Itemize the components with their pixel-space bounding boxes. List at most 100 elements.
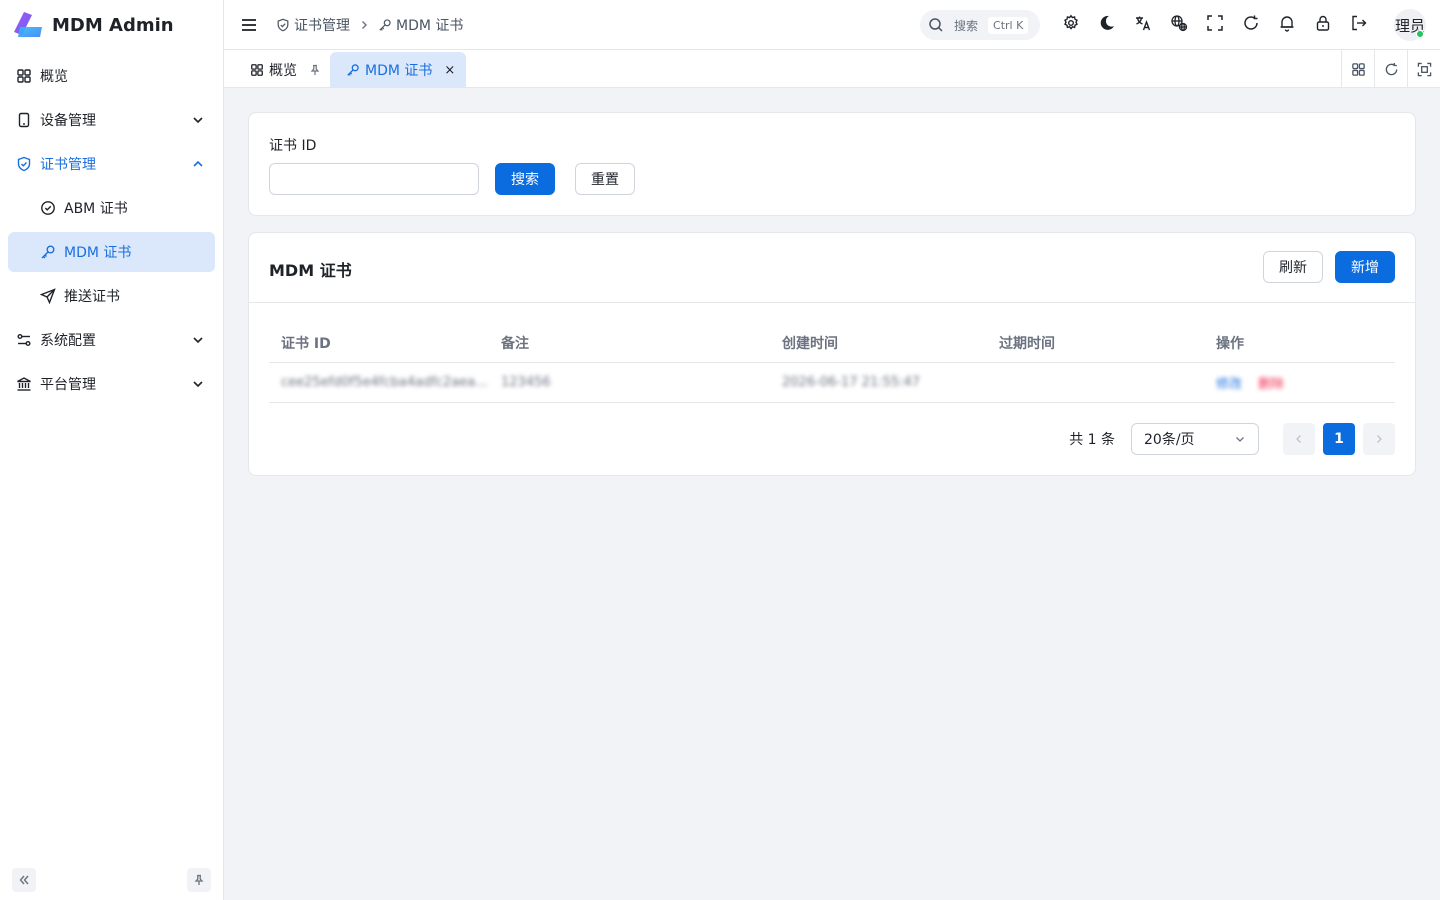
cert-table: 证书 ID 备注 创建时间 过期时间 操作 cee25efd0f5e4fcba4… xyxy=(269,323,1395,403)
page-number-button[interactable]: 1 xyxy=(1323,423,1355,455)
key-icon xyxy=(346,63,360,77)
device-icon xyxy=(16,112,32,128)
menu-toggle-icon[interactable] xyxy=(240,16,258,34)
column-header-expires: 过期时间 xyxy=(999,335,1055,352)
chevron-up-icon xyxy=(191,157,205,171)
chevron-right-icon xyxy=(1377,435,1382,443)
column-header-actions: 操作 xyxy=(1216,335,1244,352)
sidebar-item-system-config[interactable]: 系统配置 xyxy=(8,320,215,360)
chevron-down-icon xyxy=(191,377,205,391)
logo-icon xyxy=(12,11,44,39)
search-form-card: 证书 ID 搜索 重置 xyxy=(248,112,1416,216)
column-header-cert-id: 证书 ID xyxy=(281,335,331,352)
dashboard-icon xyxy=(16,68,32,84)
search-icon xyxy=(928,17,944,33)
next-page-button[interactable] xyxy=(1363,423,1395,455)
app-logo[interactable]: MDM Admin xyxy=(0,0,223,50)
sidebar-item-label: MDM 证书 xyxy=(64,245,132,261)
cert-id-label: 证书 ID xyxy=(269,138,317,154)
tab-maximize-button[interactable] xyxy=(1407,50,1440,88)
lock-icon[interactable] xyxy=(1314,14,1332,32)
check-circle-icon xyxy=(40,200,56,216)
dashboard-icon xyxy=(250,63,264,77)
global-search-button[interactable]: 搜索 Ctrl K xyxy=(920,10,1040,40)
table-header-row: 证书 ID 备注 创建时间 过期时间 操作 xyxy=(269,323,1395,363)
sidebar-item-push-cert[interactable]: 推送证书 xyxy=(8,276,215,316)
maximize-icon xyxy=(1417,62,1431,76)
collapse-sidebar-button[interactable] xyxy=(12,868,36,892)
app-title: MDM Admin xyxy=(52,14,174,36)
reset-button[interactable]: 重置 xyxy=(575,163,635,195)
prev-page-button[interactable] xyxy=(1283,423,1315,455)
cell-cert-id: cee25efd0f5e4fcba4adfc2aea... xyxy=(281,375,488,390)
table-card-header: MDM 证书 刷新 新增 xyxy=(249,233,1415,303)
bank-icon xyxy=(16,376,32,392)
tab-overview[interactable]: 概览 xyxy=(250,52,321,88)
cell-created: 2026-06-17 21:55:47 xyxy=(782,375,921,390)
settings-gear-icon[interactable] xyxy=(1062,14,1080,32)
chevron-down-icon xyxy=(191,113,205,127)
refresh-icon[interactable] xyxy=(1242,14,1260,32)
translate-icon[interactable] xyxy=(1134,14,1152,32)
search-button[interactable]: 搜索 xyxy=(495,163,555,195)
chevron-down-icon xyxy=(191,333,205,347)
pin-icon[interactable] xyxy=(309,64,321,76)
sidebar-item-label: ABM 证书 xyxy=(64,201,128,217)
page-size-select[interactable]: 20条/页 xyxy=(1131,423,1259,455)
sidebar-menu: 概览 设备管理 证书管理 ABM 证书 MDM 证书 推送证书 系统配置 平台管… xyxy=(0,50,223,404)
sidebar-item-device-management[interactable]: 设备管理 xyxy=(8,100,215,140)
tab-mdm-cert[interactable]: MDM 证书 × xyxy=(330,52,466,88)
cert-id-input[interactable] xyxy=(269,163,479,195)
sidebar-item-label: 设备管理 xyxy=(40,113,96,129)
double-chevron-left-icon xyxy=(19,875,29,885)
search-label: 搜索 xyxy=(954,18,979,33)
chevron-left-icon xyxy=(1296,435,1301,443)
header-toolbar xyxy=(1062,14,1386,32)
sidebar-item-mdm-cert[interactable]: MDM 证书 xyxy=(8,232,215,272)
pin-icon xyxy=(194,874,204,885)
chevron-right-icon xyxy=(358,19,370,31)
sidebar-item-label: 证书管理 xyxy=(40,157,96,173)
sidebar-item-label: 平台管理 xyxy=(40,377,96,393)
shield-icon xyxy=(16,156,32,172)
column-header-created: 创建时间 xyxy=(782,335,838,352)
tab-bar: 概览 MDM 证书 × xyxy=(224,50,1440,88)
settings-sliders-icon xyxy=(16,332,32,348)
dark-mode-moon-icon[interactable] xyxy=(1098,14,1116,32)
top-header: 证书管理 MDM 证书 搜索 Ctrl K 理员 xyxy=(224,0,1440,50)
pagination: 共 1 条 20条/页 1 xyxy=(1069,423,1395,455)
language-globe-icon[interactable] xyxy=(1170,14,1188,32)
sidebar-item-platform-management[interactable]: 平台管理 xyxy=(8,364,215,404)
close-tab-button[interactable]: × xyxy=(444,63,455,78)
edit-link[interactable]: 修改 xyxy=(1216,373,1242,392)
refresh-button[interactable]: 刷新 xyxy=(1263,251,1323,283)
breadcrumb-item[interactable]: 证书管理 xyxy=(294,15,350,35)
total-count: 共 1 条 xyxy=(1069,432,1115,448)
breadcrumb: 证书管理 MDM 证书 xyxy=(276,15,463,35)
pin-sidebar-button[interactable] xyxy=(187,868,211,892)
shield-icon xyxy=(276,18,290,32)
notification-bell-icon[interactable] xyxy=(1278,14,1296,32)
sidebar-item-overview[interactable]: 概览 xyxy=(8,56,215,96)
column-header-note: 备注 xyxy=(501,335,529,352)
tab-grid-button[interactable] xyxy=(1341,50,1374,88)
add-button[interactable]: 新增 xyxy=(1335,251,1395,283)
tab-label: MDM 证书 xyxy=(365,63,433,79)
tab-refresh-button[interactable] xyxy=(1374,50,1407,88)
logout-icon[interactable] xyxy=(1350,14,1368,32)
table-title: MDM 证书 xyxy=(269,261,352,280)
grid-icon xyxy=(1351,62,1365,76)
mdm-cert-table-card: MDM 证书 刷新 新增 证书 ID 备注 创建时间 过期时间 操作 cee25… xyxy=(248,232,1416,476)
key-icon xyxy=(378,18,392,32)
sidebar-item-abm-cert[interactable]: ABM 证书 xyxy=(8,188,215,228)
sidebar-item-cert-management[interactable]: 证书管理 xyxy=(8,144,215,184)
sidebar-item-label: 系统配置 xyxy=(40,333,96,349)
sidebar-footer xyxy=(12,868,211,892)
delete-link[interactable]: 删除 xyxy=(1258,373,1284,392)
refresh-icon xyxy=(1385,62,1397,75)
send-icon xyxy=(40,288,56,304)
tab-tools xyxy=(1341,50,1440,88)
table-row: cee25efd0f5e4fcba4adfc2aea... 123456 202… xyxy=(269,363,1395,403)
fullscreen-icon[interactable] xyxy=(1206,14,1224,32)
tab-label: 概览 xyxy=(269,63,297,79)
